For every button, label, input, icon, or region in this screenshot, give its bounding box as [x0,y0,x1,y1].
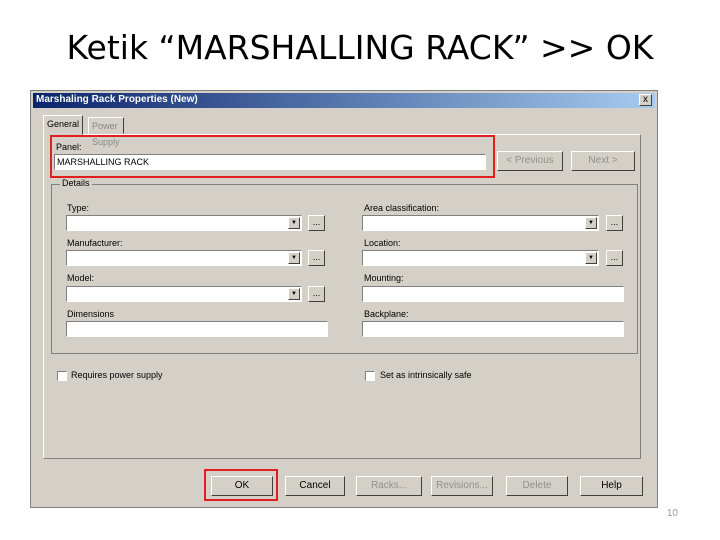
close-icon: x [643,94,648,105]
model-label: Model: [67,273,95,283]
manufacturer-label: Manufacturer: [67,238,123,248]
ok-highlight-box [204,469,278,501]
chevron-down-icon: ▼ [288,288,300,300]
manufacturer-select[interactable]: ▼ [66,250,302,266]
chevron-down-icon: ▼ [585,217,597,229]
chevron-down-icon: ▼ [585,252,597,264]
revisions-button[interactable]: Revisions... [431,476,493,496]
type-label: Type: [67,203,90,213]
tab-power-supply[interactable]: Power Supply [88,117,124,147]
area-classification-label: Area classification: [364,203,440,213]
tab-general[interactable]: General [43,115,84,135]
dimensions-label: Dimensions [67,309,115,319]
mounting-input[interactable] [362,286,624,302]
model-select[interactable]: ▼ [66,286,302,302]
backplane-input[interactable] [362,321,624,337]
type-browse-button[interactable]: ... [308,215,325,231]
manufacturer-browse-button[interactable]: ... [308,250,325,266]
model-browse-button[interactable]: ... [308,286,325,302]
dialog-titlebar: Marshaling Rack Properties (New) x [33,93,655,108]
dimensions-input[interactable] [66,321,328,337]
intrinsically-safe-checkbox[interactable] [365,371,375,381]
dialog-title: Marshaling Rack Properties (New) [36,94,198,105]
slide-title: Ketik “MARSHALLING RACK” >> OK [66,28,654,67]
intrinsically-safe-label: Set as intrinsically safe [380,370,472,380]
page-number: 10 [666,508,678,519]
type-select[interactable]: ▼ [66,215,302,231]
cancel-button[interactable]: Cancel [285,476,345,496]
area-classification-browse-button[interactable]: ... [606,215,623,231]
requires-power-supply-label: Requires power supply [71,370,163,380]
help-button[interactable]: Help [580,476,643,496]
backplane-label: Backplane: [364,309,409,319]
delete-button[interactable]: Delete [506,476,568,496]
previous-button[interactable]: < Previous [497,151,563,171]
details-group-label: Details [60,178,92,188]
location-select[interactable]: ▼ [362,250,599,266]
chevron-down-icon: ▼ [288,252,300,264]
location-label: Location: [364,238,401,248]
panel-highlight-box [50,135,495,178]
mounting-label: Mounting: [364,273,404,283]
requires-power-supply-checkbox[interactable] [57,371,67,381]
location-browse-button[interactable]: ... [606,250,623,266]
chevron-down-icon: ▼ [288,217,300,229]
racks-button[interactable]: Racks... [356,476,422,496]
area-classification-select[interactable]: ▼ [362,215,599,231]
close-button[interactable]: x [639,94,652,106]
next-button[interactable]: Next > [571,151,635,171]
